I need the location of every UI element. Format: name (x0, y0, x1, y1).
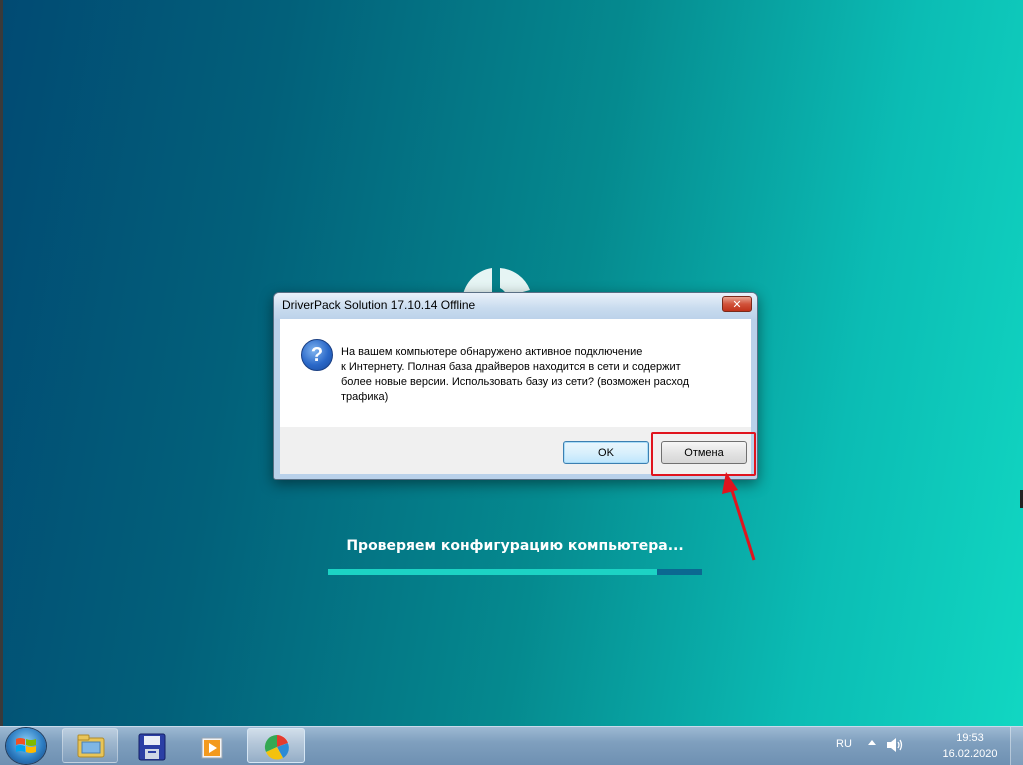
clock-date[interactable]: 16.02.2020 (940, 748, 1000, 760)
taskbar-save-button[interactable] (123, 728, 179, 763)
volume-icon[interactable] (886, 737, 904, 753)
close-icon: ✕ (732, 297, 742, 311)
status-text: Проверяем конфигурацию компьютера... (346, 538, 684, 554)
save-icon (138, 733, 166, 761)
dialog-body: ? На вашем компьютере обнаружено активно… (280, 319, 751, 427)
question-icon: ? (301, 339, 333, 371)
message-line: На вашем компьютере обнаружено активное … (341, 346, 643, 358)
left-edge-strip (0, 0, 3, 726)
show-desktop-button[interactable] (1010, 727, 1023, 765)
media-player-icon (201, 737, 223, 759)
progress-bar (328, 569, 702, 575)
taskbar-driverpack-button[interactable] (247, 728, 305, 763)
taskbar-explorer-button[interactable] (62, 728, 118, 763)
explorer-icon (77, 734, 105, 758)
clock-time[interactable]: 19:53 (940, 732, 1000, 744)
message-line: к Интернету. Полная база драйверов наход… (341, 361, 681, 373)
message-line: более новые версии. Использовать базу из… (341, 376, 690, 388)
dialog-message: На вашем компьютере обнаружено активное … (341, 345, 741, 405)
tray-expand-icon[interactable] (868, 740, 876, 745)
annotation-arrow-icon (722, 472, 756, 561)
progress-fill (328, 569, 658, 575)
start-button[interactable] (6, 728, 46, 764)
windows-logo-icon (16, 738, 36, 753)
dialog-title: DriverPack Solution 17.10.14 Offline (282, 298, 476, 312)
driverpack-icon (264, 734, 289, 760)
ok-button[interactable]: OK (563, 441, 649, 464)
language-indicator[interactable]: RU (836, 738, 852, 750)
taskbar-media-button[interactable] (184, 728, 240, 763)
dialog-titlebar[interactable]: DriverPack Solution 17.10.14 Offline ✕ (274, 293, 757, 319)
taskbar: RU 19:53 16.02.2020 (0, 726, 1023, 765)
close-button[interactable]: ✕ (722, 296, 752, 312)
message-line: трафика) (341, 391, 389, 403)
